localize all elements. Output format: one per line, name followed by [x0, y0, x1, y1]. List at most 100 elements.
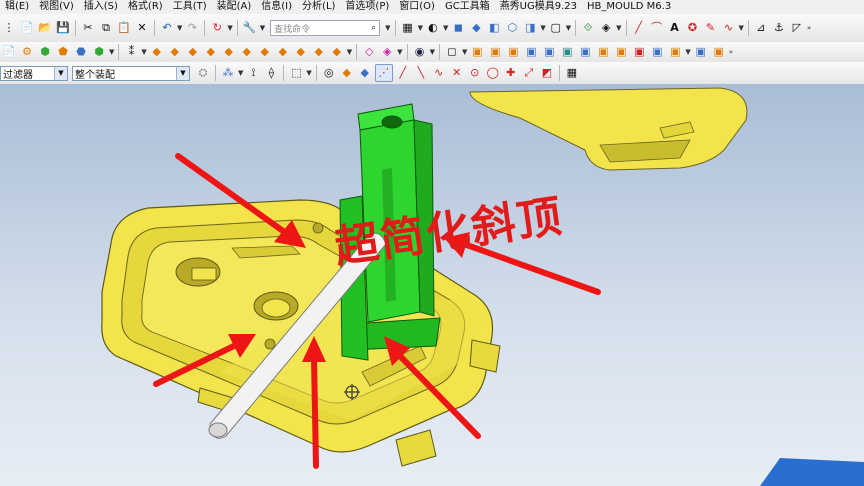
mould-tool-11-icon[interactable]: ▣ — [649, 44, 665, 60]
layer-dropdown-icon[interactable]: ▼ — [616, 24, 621, 32]
grid-icon[interactable]: ▦ — [400, 20, 416, 36]
right-view-icon[interactable]: ◧ — [486, 20, 502, 36]
cut-icon[interactable]: ✂ — [80, 20, 96, 36]
mould-tool-3-icon[interactable]: ▣ — [505, 44, 521, 60]
command-search-input[interactable]: 查找命令 ⌕ — [270, 20, 381, 36]
unite-icon[interactable]: ◆ — [257, 44, 273, 60]
mould-dropdown-icon[interactable]: ▼ — [685, 48, 690, 56]
revolve-icon[interactable]: ◆ — [185, 44, 201, 60]
menu-item-8[interactable]: 首选项(P) — [340, 0, 394, 14]
graphics-window[interactable]: 超简化斜顶 — [0, 84, 864, 486]
subtract-icon[interactable]: ◆ — [275, 44, 291, 60]
view-orient-icon[interactable]: ◐ — [425, 20, 441, 36]
menu-item-5[interactable]: 装配(A) — [212, 0, 257, 14]
select-edge-icon[interactable]: ⟟ — [245, 65, 261, 81]
menu-item-9[interactable]: 窗口(O) — [394, 0, 440, 14]
mould-tool-8-icon[interactable]: ▣ — [595, 44, 611, 60]
curve-icon[interactable]: ⌒ — [649, 20, 665, 36]
repeat-command-icon[interactable]: ↻ — [209, 20, 225, 36]
feature-icon[interactable]: ⁑ — [123, 44, 139, 60]
extrude-icon[interactable]: ◆ — [167, 44, 183, 60]
line-icon[interactable]: ╱ — [631, 20, 647, 36]
snap-midpoint-icon[interactable]: ╲ — [413, 65, 429, 81]
menu-item-6[interactable]: 信息(I) — [256, 0, 297, 14]
mould-tool-12-icon[interactable]: ▣ — [667, 44, 683, 60]
delete-icon[interactable]: ✕ — [134, 20, 150, 36]
mould-tool-10-icon[interactable]: ▣ — [631, 44, 647, 60]
menu-item-11[interactable]: 燕秀UG模具9.23 — [495, 0, 582, 14]
front-view-icon[interactable]: ◼ — [450, 20, 466, 36]
select-face-icon[interactable]: ⟠ — [263, 65, 279, 81]
snap-center-icon[interactable]: ⊙ — [467, 65, 483, 81]
curve-dropdown-icon[interactable]: ▼ — [739, 24, 744, 32]
views-dropdown-icon[interactable]: ▼ — [540, 24, 545, 32]
analysis-icon[interactable]: ⚓ — [771, 20, 787, 36]
chevron-down-icon[interactable]: ▼ — [54, 66, 67, 80]
move-component-icon[interactable]: ⬢ — [91, 44, 107, 60]
mould-tool-1-icon[interactable]: ▣ — [469, 44, 485, 60]
save-icon[interactable]: 💾 — [55, 20, 71, 36]
hole-icon[interactable]: ◆ — [203, 44, 219, 60]
sketch-icon[interactable]: ✎ — [703, 20, 719, 36]
layer-icon[interactable]: ◈ — [598, 20, 614, 36]
search-dropdown-icon[interactable]: ▼ — [385, 24, 390, 32]
type-filter-select[interactable]: 过滤器 ▼ — [0, 65, 68, 81]
grid-dropdown-icon[interactable]: ▼ — [418, 24, 423, 32]
sheet-dropdown-icon[interactable]: ▼ — [462, 48, 467, 56]
snap-quadrant-icon[interactable]: ◯ — [485, 65, 501, 81]
orient-dropdown-icon[interactable]: ▼ — [443, 24, 448, 32]
point-select-icon[interactable]: ◆ — [357, 65, 373, 81]
tools-dropdown-icon[interactable]: ▼ — [260, 24, 265, 32]
mould-tool-4-icon[interactable]: ▣ — [523, 44, 539, 60]
split-body-icon[interactable]: ◆ — [329, 44, 345, 60]
select-feature-icon[interactable]: ⁂ — [220, 65, 236, 81]
offset-icon[interactable]: ◸ — [789, 20, 805, 36]
snap-tangent-icon[interactable]: ⤢ — [521, 65, 537, 81]
menu-item-12[interactable]: HB_MOULD M6.3 — [582, 0, 676, 14]
shape-icon[interactable]: ✪ — [685, 20, 701, 36]
copy-icon[interactable]: ⧉ — [98, 20, 114, 36]
mate-icon[interactable]: ⬣ — [73, 44, 89, 60]
solid-dropdown-icon[interactable]: ▼ — [347, 48, 352, 56]
overflow-2-icon[interactable]: » — [729, 48, 733, 56]
selection-scope-select[interactable]: 整个装配 ▼ — [72, 65, 190, 81]
show-dropdown-icon[interactable]: ▼ — [430, 48, 435, 56]
mould-tool-6-icon[interactable]: ▣ — [559, 44, 575, 60]
snap-curve-icon[interactable]: ∿ — [431, 65, 447, 81]
select-feature-dropdown-icon[interactable]: ▼ — [238, 69, 243, 77]
chevron-down-icon[interactable]: ▼ — [176, 66, 189, 80]
boss-icon[interactable]: ◆ — [221, 44, 237, 60]
rectangle-select-icon[interactable]: ⬚ — [288, 65, 304, 81]
paste-icon[interactable]: 📋 — [116, 20, 132, 36]
snap-grid-icon[interactable]: ▦ — [564, 65, 580, 81]
mould-tool-5-icon[interactable]: ▣ — [541, 44, 557, 60]
more-icon[interactable]: ⋮ — [1, 20, 17, 36]
undo-icon[interactable]: ↶ — [159, 20, 175, 36]
mould-tool-9-icon[interactable]: ▣ — [613, 44, 629, 60]
menu-item-1[interactable]: 视图(V) — [34, 0, 79, 14]
menu-item-2[interactable]: 插入(S) — [79, 0, 123, 14]
top-view-icon[interactable]: ◆ — [468, 20, 484, 36]
intersect-icon[interactable]: ◆ — [293, 44, 309, 60]
trim-body-icon[interactable]: ◆ — [311, 44, 327, 60]
snap-intersection-icon[interactable]: ✕ — [449, 65, 465, 81]
iso-view-icon[interactable]: ⬡ — [504, 20, 520, 36]
assembly-icon[interactable]: ⚙ — [19, 44, 35, 60]
rect-select-dropdown-icon[interactable]: ▼ — [306, 69, 311, 77]
menu-item-4[interactable]: 工具(T) — [168, 0, 212, 14]
sync-dropdown-icon[interactable]: ▼ — [397, 48, 402, 56]
measure-icon[interactable]: ⊿ — [753, 20, 769, 36]
component-icon[interactable]: ⬢ — [37, 44, 53, 60]
filter-reset-icon[interactable]: ⛭ — [195, 65, 211, 81]
snap-pole-icon[interactable]: ◩ — [539, 65, 555, 81]
mould-tool-13-icon[interactable]: ▣ — [693, 44, 709, 60]
feature-dropdown-icon[interactable]: ▼ — [141, 48, 146, 56]
eye-icon[interactable]: ◉ — [412, 44, 428, 60]
snap-view-icon[interactable]: ⟐ — [580, 20, 596, 36]
new-file-icon[interactable]: 📄 — [1, 44, 17, 60]
open-icon[interactable]: 📂 — [37, 20, 53, 36]
shaded-icon[interactable]: ◎ — [321, 65, 337, 81]
mould-tool-2-icon[interactable]: ▣ — [487, 44, 503, 60]
wrench-icon[interactable]: 🔧 — [242, 20, 258, 36]
menu-item-3[interactable]: 格式(R) — [123, 0, 168, 14]
